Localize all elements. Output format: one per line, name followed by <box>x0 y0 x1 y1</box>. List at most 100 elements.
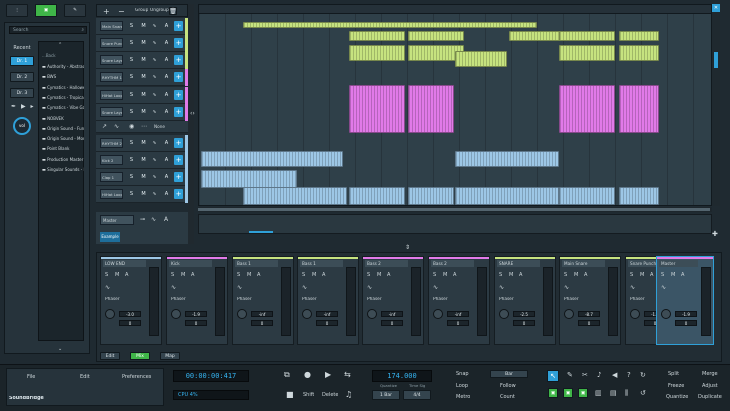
arm-button[interactable]: A <box>163 91 170 100</box>
arm-button[interactable]: A <box>163 156 170 165</box>
track-row[interactable]: HiHat Loop 2 S M ∿ A + <box>96 186 188 203</box>
folder-item[interactable]: ▬ BWS <box>42 73 84 81</box>
preferences-menu[interactable]: Preferences <box>122 374 151 380</box>
folder-item[interactable]: ▬ Cymatics - Tropical 1 <box>42 94 84 102</box>
pan-readout[interactable]: 0 <box>578 320 600 326</box>
pan-knob[interactable] <box>237 309 247 319</box>
folder-item[interactable]: ▬ Origin Sound - Funda <box>42 125 84 133</box>
solo-button[interactable]: S <box>128 156 135 165</box>
mute-tool-icon[interactable]: ♪ <box>597 371 601 379</box>
audio-clip[interactable] <box>455 51 507 67</box>
audio-clip[interactable] <box>509 31 565 41</box>
mute-button[interactable]: M <box>140 22 147 31</box>
automation-icon[interactable]: ∿ <box>237 284 242 291</box>
loop-toggle[interactable]: Loop <box>456 383 468 389</box>
snap-select[interactable]: Bar <box>490 370 528 378</box>
solo-button[interactable]: S <box>171 272 174 278</box>
bars-icon[interactable]: ▥ <box>595 389 602 397</box>
solo-button[interactable]: S <box>433 272 436 278</box>
fx-slot[interactable]: Phaser <box>564 297 579 302</box>
cut-tool-icon[interactable]: ✂ <box>582 371 588 379</box>
help-icon[interactable]: ? <box>627 371 631 379</box>
arm-button[interactable]: A <box>257 272 260 278</box>
arm-button[interactable]: A <box>125 272 128 278</box>
timeline-ruler[interactable] <box>199 5 711 14</box>
channel-name[interactable]: LOW END <box>103 260 146 267</box>
lane-curve-icon[interactable]: ∿ <box>114 123 119 130</box>
add-fx-button[interactable]: + <box>174 107 183 117</box>
master-routing-icon[interactable]: ⊸ <box>140 216 145 223</box>
speaker-tool-icon[interactable]: ◀ <box>612 371 617 379</box>
audio-clip[interactable] <box>201 151 343 167</box>
pan-knob[interactable] <box>630 309 640 319</box>
audio-clip[interactable] <box>201 170 297 188</box>
track-name[interactable]: Main Snare <box>100 21 123 31</box>
track-name[interactable]: HiHat Loop <box>100 90 123 100</box>
add-fx-button[interactable]: + <box>174 189 183 199</box>
add-fx-button[interactable]: + <box>174 138 183 148</box>
zoom-strip[interactable] <box>198 214 712 234</box>
pan-knob[interactable] <box>302 309 312 319</box>
audio-clip[interactable] <box>559 85 615 133</box>
add-fx-button[interactable]: + <box>174 21 183 31</box>
automation-icon[interactable]: ∿ <box>151 173 158 182</box>
mixer-channel[interactable]: Bass 1 S M A ∿ Phaser -inf 0 <box>232 256 294 345</box>
volume-knob[interactable]: vol <box>13 117 31 135</box>
mixer-channel[interactable]: Bass 2 S M A ∿ Phaser -inf 0 <box>362 256 424 345</box>
adjust-button[interactable]: Adjust <box>702 383 718 389</box>
fx-slot[interactable]: Phaser <box>367 297 382 302</box>
chevron-down-icon[interactable]: ⌄ <box>58 346 62 352</box>
mute-button[interactable]: M <box>140 56 147 65</box>
automation-icon[interactable]: ∿ <box>151 108 158 117</box>
audio-clip[interactable] <box>349 45 405 61</box>
arrangement-vscroll[interactable]: ✕ <box>712 4 720 206</box>
mixer-channel[interactable]: Bass 2 S M A ∿ Phaser -inf 0 <box>428 256 490 345</box>
audio-clip[interactable] <box>619 31 659 41</box>
snap-toggle[interactable]: Snap <box>456 371 469 377</box>
folder-icon[interactable]: ▸ <box>31 103 34 110</box>
quantize-button[interactable]: Quantize <box>666 394 688 400</box>
pointer-tool-icon[interactable]: ↖ <box>547 370 559 382</box>
add-track-icon[interactable]: + <box>103 7 110 16</box>
time-display[interactable]: 00:00:00:417 <box>173 370 249 382</box>
arm-button[interactable]: A <box>163 56 170 65</box>
solo-button[interactable]: S <box>128 108 135 117</box>
zoom-expand-icon[interactable]: ✚ <box>712 230 718 238</box>
mute-button[interactable]: M <box>640 272 644 278</box>
channel-name[interactable]: Bass 2 <box>431 260 474 267</box>
automation-icon[interactable]: ∿ <box>151 91 158 100</box>
fx-slot[interactable]: Phaser <box>433 297 448 302</box>
chevron-up-icon[interactable]: ⌃ <box>58 42 62 48</box>
folder-item[interactable]: ▬ Cymatics - Vibe Gam <box>42 104 84 112</box>
channel-name[interactable]: Bass 1 <box>235 260 278 267</box>
sliders-icon[interactable]: ⫼ <box>625 389 628 398</box>
volume-readout[interactable]: -8.7 <box>578 311 600 317</box>
tab-edit[interactable]: Edit <box>100 352 120 360</box>
track-name[interactable]: Clap 1 <box>100 172 123 182</box>
fx-slot[interactable]: Phaser <box>237 297 252 302</box>
count-toggle[interactable]: Count <box>500 394 515 400</box>
arm-button[interactable]: A <box>681 272 684 278</box>
automation-icon[interactable]: ∿ <box>433 284 438 291</box>
shift-button[interactable]: Shift <box>303 392 314 398</box>
audio-clip[interactable] <box>243 187 347 205</box>
audio-clip[interactable] <box>349 85 405 133</box>
folder-item[interactable]: ▬ Cymatics - Halloween <box>42 84 84 92</box>
delete-button[interactable]: Delete <box>322 392 338 398</box>
mute-button[interactable]: M <box>140 156 147 165</box>
add-fx-button[interactable]: + <box>174 155 183 165</box>
arm-button[interactable]: A <box>163 190 170 199</box>
mute-button[interactable]: M <box>140 73 147 82</box>
mute-button[interactable]: M <box>115 272 119 278</box>
mute-button[interactable]: M <box>247 272 251 278</box>
brush-icon[interactable]: ✒ <box>11 103 16 110</box>
mute-button[interactable]: M <box>181 272 185 278</box>
audio-clip[interactable] <box>619 85 659 133</box>
mute-button[interactable]: M <box>671 272 675 278</box>
volume-readout[interactable]: -inf <box>447 311 469 317</box>
folder-item[interactable]: ▬ NOBVEK <box>42 115 84 123</box>
audio-clip[interactable] <box>408 31 464 41</box>
folder-item[interactable]: ▬ Point Blank <box>42 145 84 153</box>
arm-button[interactable]: A <box>650 272 653 278</box>
group-button[interactable]: Group <box>135 8 148 13</box>
